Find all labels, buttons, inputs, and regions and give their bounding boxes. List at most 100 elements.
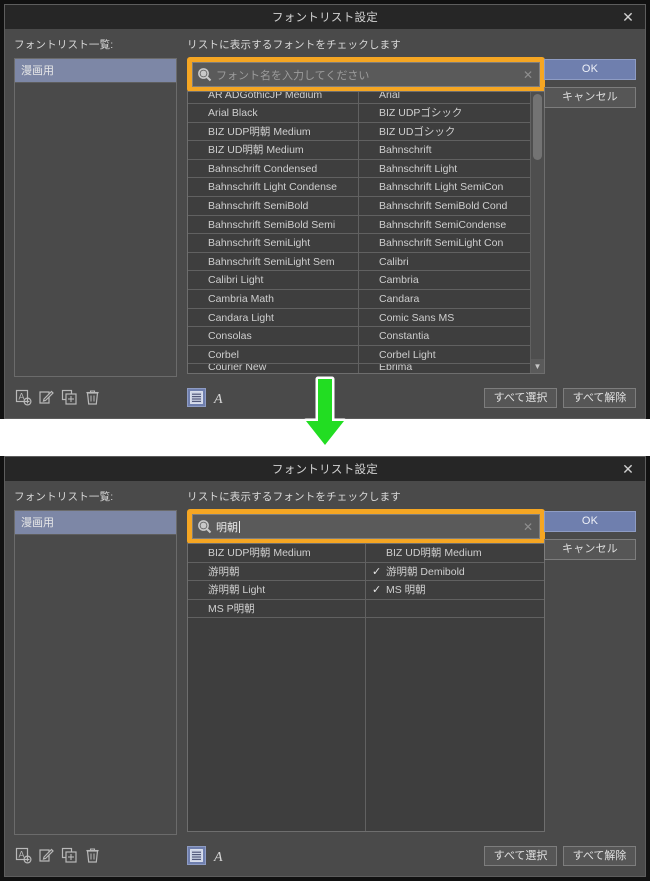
font-grid-item[interactable]: Cambria — [359, 271, 530, 290]
font-grid-item[interactable]: Ebrima — [359, 364, 530, 374]
font-grid-item[interactable]: ✓ 游明朝 Demibold — [366, 563, 544, 582]
search-icon — [197, 67, 212, 82]
font-grid-columns: BIZ UDP明朝 Medium 游明朝 游明朝 Light MS P明朝 BIZ U… — [188, 544, 544, 831]
add-font-list-icon[interactable]: A — [14, 846, 33, 865]
font-grid-item[interactable]: Candara — [359, 290, 530, 309]
search-icon — [197, 519, 212, 534]
list-item[interactable]: 漫画用 — [15, 59, 176, 83]
font-grid-item[interactable]: Bahnschrift SemiCondense — [359, 216, 530, 235]
font-list-listbox[interactable]: 漫画用 — [14, 510, 177, 835]
font-grid-item[interactable]: BIZ UDP明朝 Medium — [188, 544, 365, 563]
scrollbar-thumb[interactable] — [533, 94, 542, 160]
font-list-settings-dialog-before: フォントリスト設定 ✕ フォントリスト一覧: 漫画用 リストに表示するフォントを… — [4, 4, 646, 419]
svg-text:A: A — [213, 392, 223, 406]
close-icon[interactable]: ✕ — [615, 5, 641, 29]
font-grid-item[interactable]: BIZ UDP明朝 Medium — [188, 123, 358, 142]
font-name-label: Bahnschrift Light — [379, 162, 458, 175]
font-list-label: フォントリスト一覧: — [14, 491, 114, 503]
dialog-action-buttons: OK キャンセル — [544, 511, 636, 567]
font-grid-item[interactable]: BIZ UDPゴシック — [359, 104, 530, 123]
deselect-all-button[interactable]: すべて解除 — [563, 388, 636, 408]
select-all-button[interactable]: すべて選択 — [484, 388, 557, 408]
font-grid-right-column: Arial BIZ UDPゴシック BIZ UDゴシック Bahnschrift Bah… — [359, 92, 530, 373]
font-grid-item[interactable]: BIZ UD明朝 Medium — [366, 544, 544, 563]
clear-icon[interactable]: ✕ — [521, 520, 535, 534]
ok-button[interactable]: OK — [544, 511, 636, 532]
font-grid-item[interactable]: Corbel Light — [359, 346, 530, 365]
font-grid-item[interactable]: Bahnschrift SemiLight — [188, 234, 358, 253]
clear-icon[interactable]: ✕ — [521, 68, 535, 82]
font-grid-columns: AR ADGothicJP Medium Arial Black BIZ UDP明朝… — [188, 92, 530, 373]
font-grid-item[interactable]: Bahnschrift — [359, 141, 530, 160]
font-grid-item[interactable]: Calibri Light — [188, 271, 358, 290]
font-grid-item[interactable]: Bahnschrift Light — [359, 160, 530, 179]
font-grid-item[interactable]: Corbel — [188, 346, 358, 365]
check-fonts-hint: リストに表示するフォントをチェックします — [187, 491, 401, 503]
font-grid-item[interactable]: Candara Light — [188, 309, 358, 328]
font-name-label: Candara Light — [208, 311, 274, 324]
font-grid-item[interactable]: 游明朝 Light — [188, 581, 365, 600]
font-name-label: Bahnschrift — [379, 144, 432, 157]
font-grid-scrollbar[interactable]: ▼ — [530, 92, 544, 373]
font-grid-item[interactable]: Consolas — [188, 327, 358, 346]
font-grid-item[interactable]: 游明朝 — [188, 563, 365, 582]
font-grid-item[interactable]: Comic Sans MS — [359, 309, 530, 328]
font-grid-item[interactable]: MS P明朝 — [188, 600, 365, 619]
list-view-icon[interactable] — [187, 388, 206, 407]
list-item[interactable]: 漫画用 — [15, 511, 176, 535]
font-grid-item[interactable]: AR ADGothicJP Medium — [188, 92, 358, 104]
font-list-panel: フォントリスト一覧: 漫画用 — [14, 37, 177, 377]
list-view-icon[interactable] — [187, 846, 206, 865]
font-grid-item[interactable]: Constantia — [359, 327, 530, 346]
font-grid-item[interactable]: Bahnschrift SemiBold — [188, 197, 358, 216]
font-name-label: Bahnschrift Condensed — [208, 162, 318, 175]
font-list-tools: A — [14, 388, 102, 407]
trash-icon[interactable] — [83, 846, 102, 865]
font-grid-item[interactable]: Bahnschrift SemiLight Sem — [188, 253, 358, 272]
search-field[interactable]: フォント名を入力してください ✕ — [192, 62, 540, 87]
edit-pencil-icon[interactable] — [37, 846, 56, 865]
duplicate-icon[interactable] — [60, 846, 79, 865]
font-grid-item[interactable]: Arial — [359, 92, 530, 104]
font-grid-item[interactable]: BIZ UD明朝 Medium — [188, 141, 358, 160]
font-name-label: AR ADGothicJP Medium — [208, 92, 323, 101]
font-sample-view-icon[interactable]: A — [211, 388, 230, 407]
font-grid-item[interactable]: Bahnschrift Light Condense — [188, 178, 358, 197]
scroll-down-icon[interactable]: ▼ — [531, 359, 544, 373]
font-grid-item[interactable]: Cambria Math — [188, 290, 358, 309]
font-name-label: Ebrima — [379, 364, 413, 374]
svg-text:A: A — [19, 850, 25, 860]
font-grid-item[interactable]: Bahnschrift Condensed — [188, 160, 358, 179]
ok-button[interactable]: OK — [544, 59, 636, 80]
search-field[interactable]: 明朝 ✕ — [192, 514, 540, 539]
close-icon[interactable]: ✕ — [615, 457, 641, 481]
font-name-label: 游明朝 Demibold — [386, 565, 465, 578]
deselect-all-button[interactable]: すべて解除 — [563, 846, 636, 866]
search-input-filled[interactable]: 明朝 — [216, 519, 521, 535]
font-name-label: Corbel Light — [379, 348, 436, 361]
font-grid-item[interactable]: Bahnschrift SemiBold Cond — [359, 197, 530, 216]
trash-icon[interactable] — [83, 388, 102, 407]
search-input[interactable]: フォント名を入力してください — [216, 67, 521, 83]
selection-buttons: すべて選択 すべて解除 — [484, 388, 636, 408]
add-font-list-icon[interactable]: A — [14, 388, 33, 407]
font-grid-item[interactable]: Bahnschrift Light SemiCon — [359, 178, 530, 197]
cancel-button[interactable]: キャンセル — [544, 87, 636, 108]
font-grid-item[interactable]: Bahnschrift SemiBold Semi — [188, 216, 358, 235]
search-highlight-ring: フォント名を入力してください ✕ — [187, 57, 545, 92]
font-name-label: Cambria — [379, 274, 419, 287]
font-name-label: Constantia — [379, 330, 430, 343]
font-grid-item[interactable]: Arial Black — [188, 104, 358, 123]
duplicate-icon[interactable] — [60, 388, 79, 407]
select-all-button[interactable]: すべて選択 — [484, 846, 557, 866]
font-grid-item[interactable]: Courier New — [188, 364, 358, 373]
font-sample-view-icon[interactable]: A — [211, 846, 230, 865]
font-grid-item[interactable]: ✓ MS 明朝 — [366, 581, 544, 600]
cancel-button[interactable]: キャンセル — [544, 539, 636, 560]
font-grid-item[interactable]: Bahnschrift SemiLight Con — [359, 234, 530, 253]
font-grid-item[interactable]: BIZ UDゴシック — [359, 123, 530, 142]
font-grid-item[interactable]: Calibri — [359, 253, 530, 272]
font-name-label: Arial Black — [208, 107, 258, 119]
edit-pencil-icon[interactable] — [37, 388, 56, 407]
font-list-listbox[interactable]: 漫画用 — [14, 58, 177, 377]
